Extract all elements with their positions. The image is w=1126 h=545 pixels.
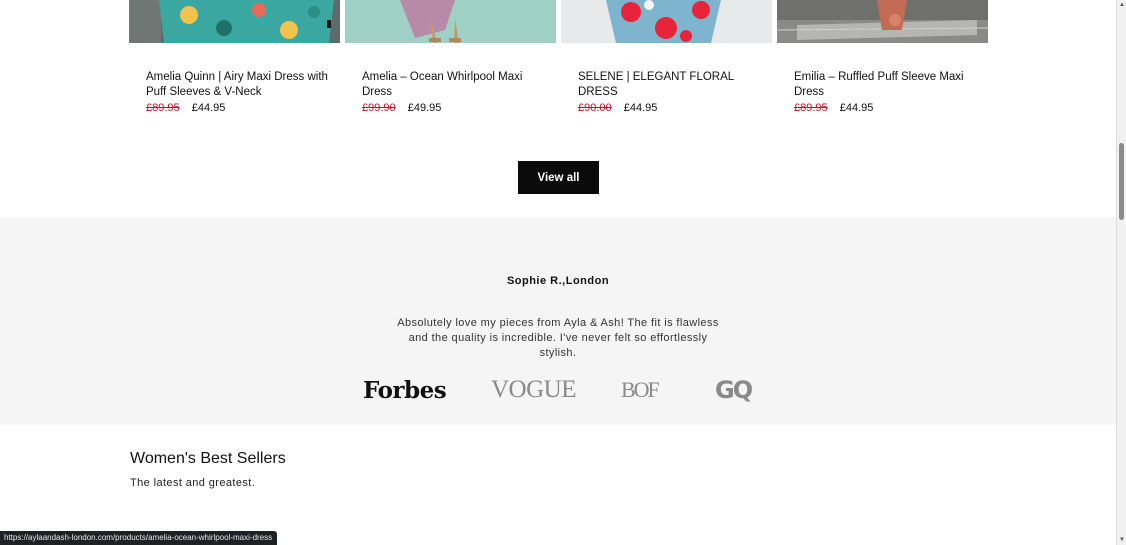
gq-logo: GQ <box>715 376 753 404</box>
product-name[interactable]: Amelia Quinn | Airy Maxi Dress with Puff… <box>146 70 331 100</box>
product-prices: £90.00 £44.95 <box>578 102 657 114</box>
product-name[interactable]: SELENE | ELEGANT FLORAL DRESS <box>578 70 763 100</box>
original-price: £89.95 <box>146 102 180 114</box>
product-image[interactable] <box>345 0 556 43</box>
original-price: £89.95 <box>794 102 828 114</box>
original-price: £99.90 <box>362 102 396 114</box>
original-price: £90.00 <box>578 102 612 114</box>
page-viewport: Amelia Quinn | Airy Maxi Dress with Puff… <box>0 0 1116 545</box>
forbes-logo: Forbes <box>363 376 447 404</box>
product-prices: £89.95 £44.95 <box>146 102 225 114</box>
bof-logo: BOF <box>621 377 660 402</box>
sale-price: £44.95 <box>623 102 658 114</box>
sale-price: £44.95 <box>191 102 226 114</box>
product-card[interactable]: Amelia – Ocean Whirlpool Maxi Dress £99.… <box>345 0 556 114</box>
page-scrollbar[interactable]: ▲ ▼ <box>1116 0 1126 545</box>
product-card[interactable]: SELENE | ELEGANT FLORAL DRESS £90.00 £44… <box>561 0 772 114</box>
product-grid: Amelia Quinn | Airy Maxi Dress with Puff… <box>129 0 989 130</box>
best-sellers-heading: Women's Best Sellers <box>130 450 286 467</box>
testimonial-author: Sophie R.,London <box>506 275 610 287</box>
product-card[interactable]: Amelia Quinn | Airy Maxi Dress with Puff… <box>129 0 340 114</box>
product-name[interactable]: Amelia – Ocean Whirlpool Maxi Dress <box>362 70 547 100</box>
link-status-bar: https://aylaandash-london.com/products/a… <box>0 531 278 545</box>
product-image[interactable] <box>561 0 772 43</box>
testimonial-quote: Absolutely love my pieces from Ayla & As… <box>397 317 719 359</box>
product-image[interactable] <box>129 0 340 43</box>
view-all-button[interactable]: View all <box>518 161 599 194</box>
sale-price: £49.95 <box>407 102 442 114</box>
product-prices: £89.95 £44.95 <box>794 102 873 114</box>
best-sellers-subtitle: The latest and greatest. <box>130 477 256 489</box>
scroll-up-arrow-icon[interactable]: ▲ <box>1118 0 1126 10</box>
product-name[interactable]: Emilia – Ruffled Puff Sleeve Maxi Dress <box>794 70 979 100</box>
product-image[interactable] <box>777 0 988 43</box>
product-card[interactable]: Emilia – Ruffled Puff Sleeve Maxi Dress … <box>777 0 988 114</box>
scroll-down-arrow-icon[interactable]: ▼ <box>1118 535 1126 545</box>
sale-price: £44.95 <box>839 102 874 114</box>
testimonial-section: Sophie R.,London Absolutely love my piec… <box>0 217 1116 425</box>
scrollbar-thumb[interactable] <box>1119 143 1124 220</box>
product-prices: £99.90 £49.95 <box>362 102 441 114</box>
vogue-logo: VOGUE <box>491 376 577 403</box>
